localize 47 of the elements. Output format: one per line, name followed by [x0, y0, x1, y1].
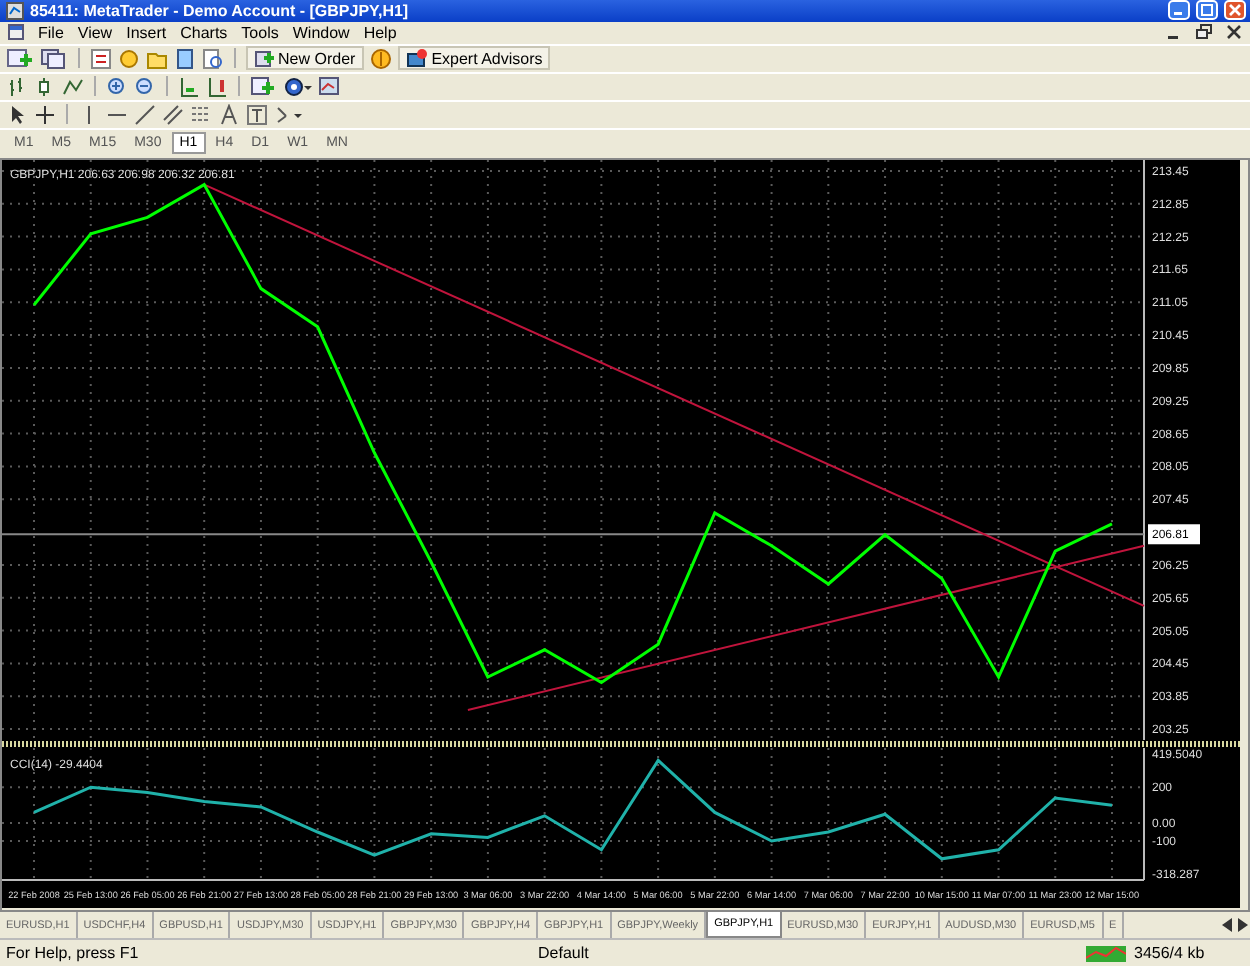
text-icon[interactable]	[218, 103, 240, 126]
menu-item[interactable]: View	[77, 23, 113, 42]
new-order-button[interactable]: New Order	[246, 46, 364, 71]
status-text: For Help, press F1	[6, 944, 141, 962]
menu-item[interactable]: Window	[292, 23, 350, 42]
market-watch-icon[interactable]	[90, 47, 112, 70]
connection-icon	[1086, 945, 1126, 961]
menu-item[interactable]: Tools	[241, 23, 279, 42]
menu-item[interactable]: Insert	[126, 23, 167, 42]
periods-icon[interactable]	[284, 75, 312, 98]
book-icon[interactable]	[174, 47, 196, 70]
menu-item[interactable]: File	[38, 23, 64, 42]
minimize-icon[interactable]	[1168, 0, 1190, 21]
window-title: 85411: MetaTrader - Demo Account - [GBPJPY,H1]	[30, 1, 409, 20]
zoom-out-icon[interactable]	[134, 75, 156, 98]
indicators-icon[interactable]	[250, 75, 278, 98]
status-text: 3456/4 kb	[1134, 944, 1207, 962]
window-icon[interactable]	[6, 1, 24, 20]
zoom-in-icon[interactable]	[106, 75, 128, 98]
crosshair-icon[interactable]	[34, 103, 56, 126]
chart-window-icon[interactable]	[8, 24, 24, 41]
cursor-icon[interactable]	[6, 103, 28, 126]
chart-shift-icon[interactable]	[206, 75, 228, 98]
line-chart-icon[interactable]	[62, 75, 84, 98]
bar-chart-icon[interactable]	[6, 75, 28, 98]
menu-item[interactable]: Help	[363, 23, 397, 42]
coin-icon[interactable]	[369, 47, 392, 70]
order-icon	[254, 48, 274, 69]
robot-icon	[405, 48, 428, 69]
status-text: Default	[538, 944, 591, 962]
navigator-icon[interactable]	[118, 47, 140, 70]
price-tag-background	[1148, 523, 1200, 544]
close-icon[interactable]	[1226, 24, 1242, 41]
channel-icon[interactable]	[162, 103, 184, 126]
restore-icon[interactable]	[1196, 24, 1212, 41]
fibonacci-icon[interactable]	[190, 103, 212, 126]
text-label-icon[interactable]	[246, 103, 268, 126]
maximize-icon[interactable]	[1196, 0, 1218, 21]
folders-icon[interactable]	[146, 47, 168, 70]
add-chart-icon[interactable]	[6, 47, 34, 70]
document-search-icon[interactable]	[202, 47, 224, 70]
trend-line-icon[interactable]	[134, 103, 156, 126]
expert-advisors-button[interactable]: Expert Advisors	[397, 46, 551, 71]
menu-item[interactable]: Charts	[180, 23, 228, 42]
auto-scroll-icon[interactable]	[178, 75, 200, 98]
arrows-icon[interactable]	[274, 103, 302, 126]
profiles-icon[interactable]	[40, 47, 68, 70]
